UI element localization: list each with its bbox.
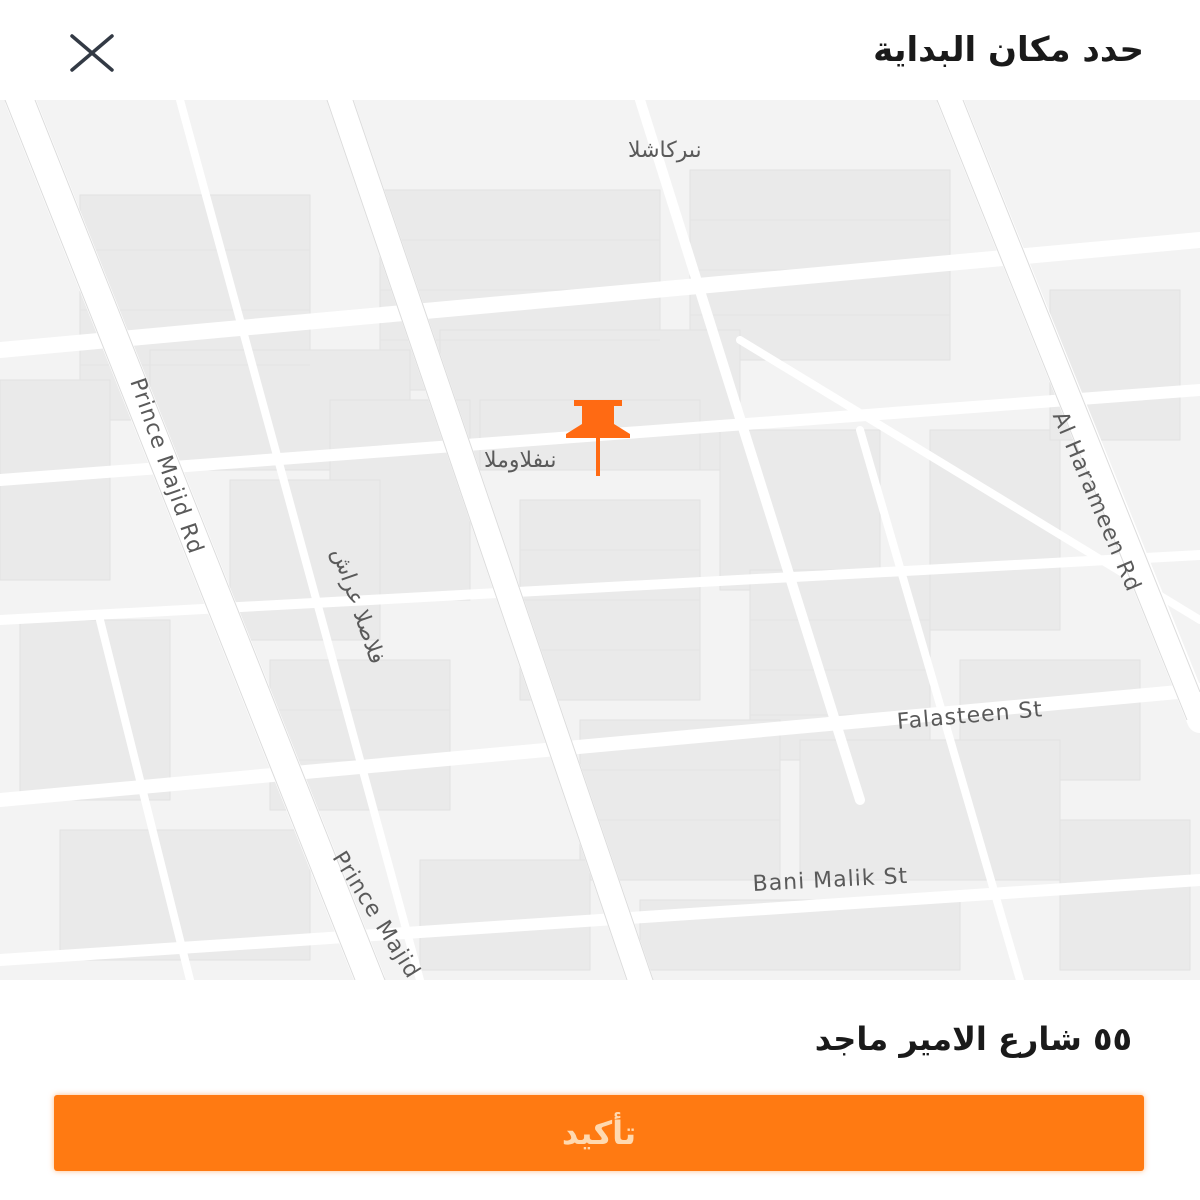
close-icon[interactable] bbox=[64, 30, 120, 78]
street-label: نىركاشلا bbox=[628, 138, 702, 163]
header: حدد مكان البداية bbox=[0, 0, 1200, 100]
page-title: حدد مكان البداية bbox=[873, 30, 1144, 70]
selected-address: ٥٥ شارع الامير ماجد bbox=[814, 1020, 1132, 1058]
confirm-button[interactable]: تأكيد bbox=[54, 1095, 1144, 1171]
street-label: نىفلاوملا bbox=[484, 448, 557, 473]
map-view[interactable]: نىركاشلا نىفلاوملا Prince Majid Rd فلاصل… bbox=[0, 100, 1200, 980]
bottom-sheet: ٥٥ شارع الامير ماجد تأكيد bbox=[0, 980, 1200, 1200]
map-pin-icon[interactable] bbox=[560, 400, 636, 480]
